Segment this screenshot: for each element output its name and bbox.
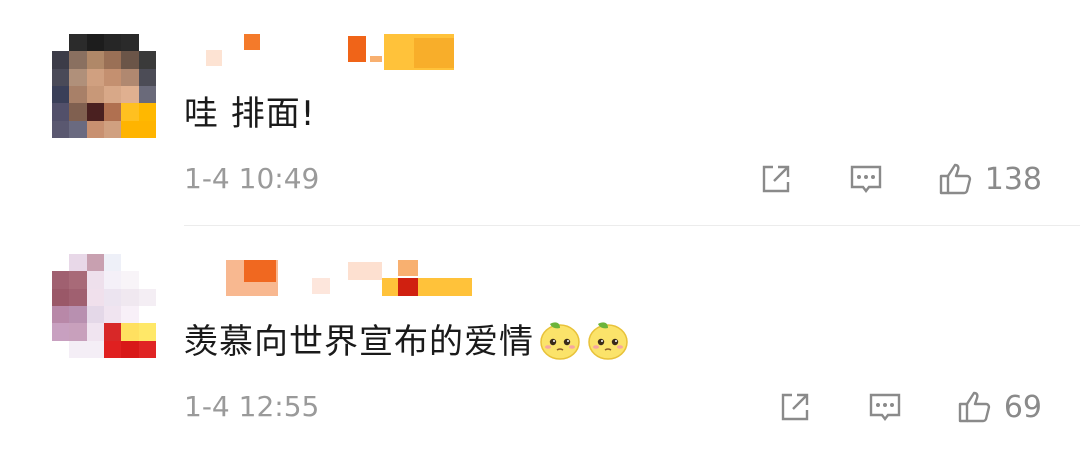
comment-text-content: 羡慕向世界宣布的爱情: [184, 322, 534, 362]
comment-time: 1-4 12:55: [184, 390, 320, 423]
like-button[interactable]: 69: [956, 388, 1042, 426]
comment-time: 1-4 10:49: [184, 162, 320, 195]
reply-icon: [850, 165, 881, 193]
like-count: 69: [1003, 389, 1042, 425]
comment-item: 羡慕向世界宣布的爱情 1-4 12:55 69: [0, 226, 1080, 456]
share-button[interactable]: [776, 388, 814, 426]
share-button[interactable]: [757, 160, 795, 198]
lemon-emoji: [540, 322, 580, 360]
reply-button[interactable]: [866, 388, 904, 426]
like-count: 138: [984, 161, 1042, 197]
comment-actions: 138: [757, 160, 1042, 198]
comment-text: 羡慕向世界宣布的爱情: [184, 314, 630, 363]
like-icon: [939, 163, 971, 195]
username-blurred[interactable]: [184, 32, 484, 72]
like-button[interactable]: 138: [937, 160, 1042, 198]
comment-actions: 69: [776, 388, 1042, 426]
like-icon: [958, 391, 991, 423]
username-blurred[interactable]: [184, 258, 484, 298]
lemon-emoji: [588, 322, 628, 360]
reply-button[interactable]: [847, 160, 885, 198]
share-icon: [781, 393, 809, 421]
avatar[interactable]: [52, 34, 156, 138]
comment-text: 哇 排面!: [184, 94, 316, 134]
reply-icon: [869, 393, 901, 421]
avatar[interactable]: [52, 254, 156, 358]
comment-item: 哇 排面! 1-4 10:49 138: [0, 0, 1080, 226]
share-icon: [762, 165, 789, 193]
